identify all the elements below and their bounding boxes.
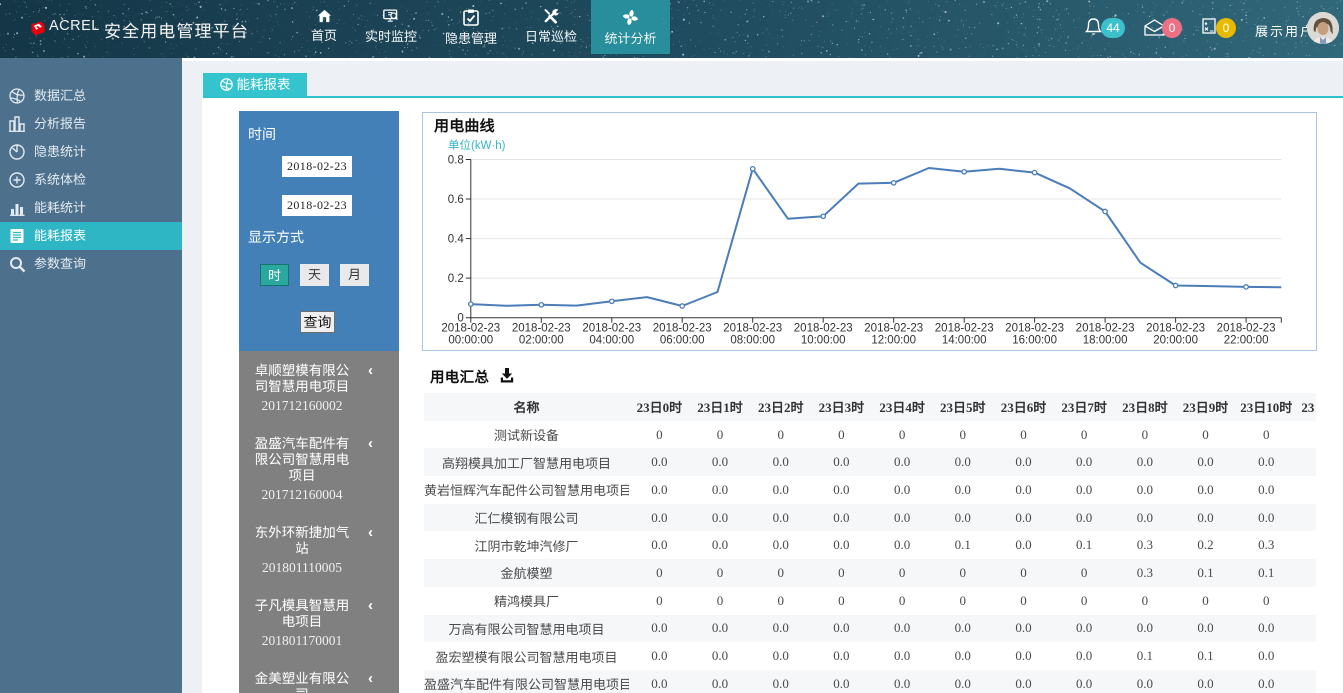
svg-text:2018-02-23: 2018-02-23 bbox=[1005, 323, 1064, 335]
svg-text:2018-02-23: 2018-02-23 bbox=[582, 323, 641, 335]
svg-text:10:00:00: 10:00:00 bbox=[801, 335, 846, 347]
svg-text:2018-02-23: 2018-02-23 bbox=[653, 323, 712, 335]
svg-text:04:00:00: 04:00:00 bbox=[589, 335, 634, 347]
svg-text:0.8: 0.8 bbox=[448, 155, 464, 167]
svg-text:0.6: 0.6 bbox=[448, 194, 464, 206]
svg-text:14:00:00: 14:00:00 bbox=[942, 335, 987, 347]
svg-text:2018-02-23: 2018-02-23 bbox=[1217, 323, 1276, 335]
svg-text:2018-02-23: 2018-02-23 bbox=[864, 323, 923, 335]
svg-text:2018-02-23: 2018-02-23 bbox=[935, 323, 994, 335]
svg-text:16:00:00: 16:00:00 bbox=[1012, 335, 1057, 347]
svg-text:00:00:00: 00:00:00 bbox=[448, 335, 493, 347]
svg-text:2018-02-23: 2018-02-23 bbox=[723, 323, 782, 335]
svg-text:20:00:00: 20:00:00 bbox=[1153, 335, 1198, 347]
svg-text:08:00:00: 08:00:00 bbox=[730, 335, 775, 347]
svg-text:2018-02-23: 2018-02-23 bbox=[794, 323, 853, 335]
svg-text:06:00:00: 06:00:00 bbox=[660, 335, 705, 347]
svg-text:2018-02-23: 2018-02-23 bbox=[1146, 323, 1205, 335]
svg-text:0.4: 0.4 bbox=[448, 234, 465, 246]
svg-text:2018-02-23: 2018-02-23 bbox=[512, 323, 571, 335]
svg-text:2018-02-23: 2018-02-23 bbox=[1076, 323, 1135, 335]
svg-text:18:00:00: 18:00:00 bbox=[1083, 335, 1128, 347]
svg-text:2018-02-23: 2018-02-23 bbox=[441, 323, 500, 335]
svg-text:22:00:00: 22:00:00 bbox=[1224, 335, 1269, 347]
svg-text:0.2: 0.2 bbox=[448, 273, 464, 285]
svg-text:12:00:00: 12:00:00 bbox=[871, 335, 916, 347]
svg-text:02:00:00: 02:00:00 bbox=[519, 335, 564, 347]
